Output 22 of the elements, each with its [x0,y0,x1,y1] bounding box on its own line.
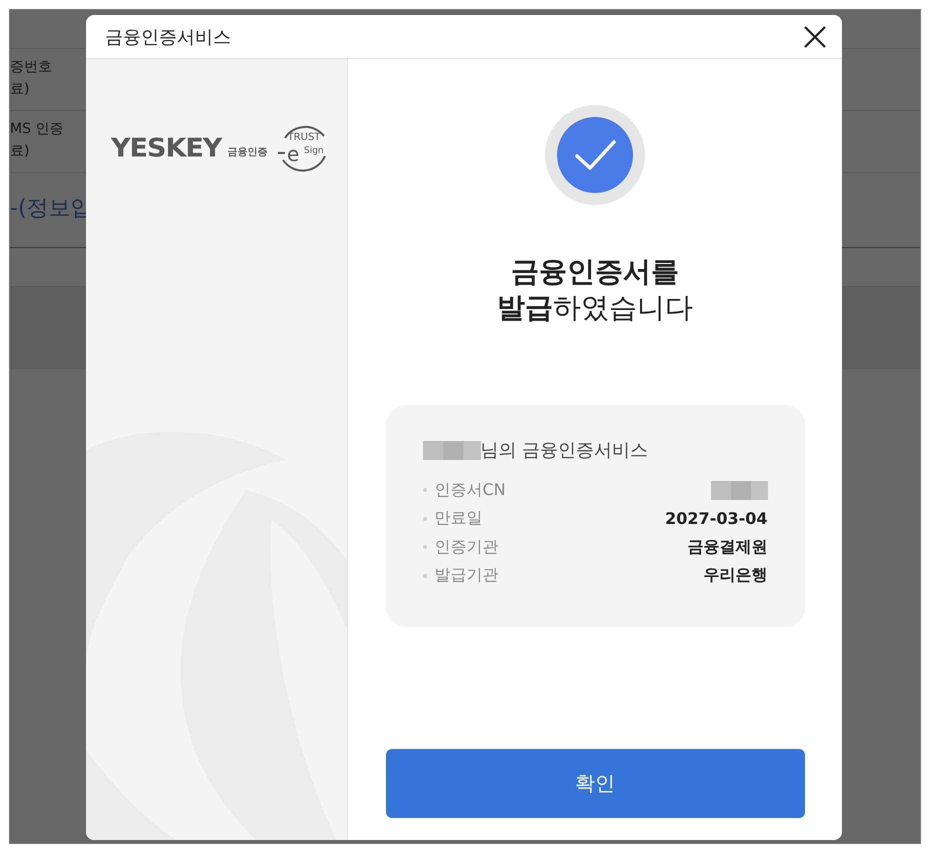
field-label: 료) [10,80,30,98]
logo-wordmark: YESKEY [111,133,222,163]
detail-value: 우리은행 [704,565,768,586]
field-label: 료) [10,142,30,160]
success-check-icon [544,104,646,206]
field-label: MS 인증 [10,121,64,138]
seal-logo: TRUST e Sign [277,122,330,174]
detail-label: 인증서CN [422,480,506,501]
result-heading: 금융인증서를 [511,254,679,290]
detail-label: 인증기관 [422,536,498,558]
close-button[interactable] [802,24,828,50]
detail-value: 2027-03-04 [665,509,768,528]
detail-label: 발급기관 [422,565,498,586]
field-label: 증번호 [10,59,52,76]
result-heading: 발급하였습니다 [497,290,693,326]
redacted-name [422,440,480,460]
logo-subtitle: 금융인증 [227,146,268,159]
detail-label: 만료일 [422,508,482,530]
dialog-title: 금융인증서비스 [105,26,231,48]
confirm-button[interactable]: 확인 [386,749,804,818]
detail-value: 금융결제원 [688,536,768,558]
owner-text: 님의 금융인증서비스 [480,439,648,462]
